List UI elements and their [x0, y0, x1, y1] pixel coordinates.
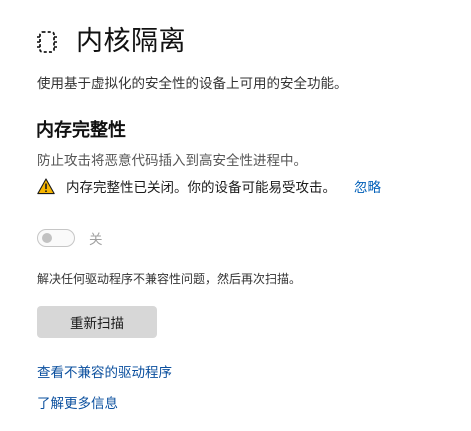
chip-icon [36, 29, 58, 55]
memory-integrity-toggle-row: 关 [37, 228, 103, 248]
resolve-instructions: 解决任何驱动程序不兼容性问题，然后再次扫描。 [37, 272, 302, 286]
warning-row: 内存完整性已关闭。你的设备可能易受攻击。 忽略 [37, 176, 381, 196]
toggle-label: 关 [89, 232, 103, 248]
learn-more-link[interactable]: 了解更多信息 [37, 392, 118, 412]
incompatible-drivers-link[interactable]: 查看不兼容的驱动程序 [37, 361, 172, 381]
warning-icon [37, 177, 55, 195]
page-description: 使用基于虚拟化的安全性的设备上可用的安全功能。 [37, 76, 348, 92]
page-header: 内核隔离 [36, 24, 186, 60]
memory-integrity-toggle[interactable] [37, 229, 75, 247]
memory-integrity-description: 防止攻击将恶意代码插入到高安全性进程中。 [37, 153, 307, 169]
memory-integrity-title: 内存完整性 [36, 120, 126, 141]
rescan-button[interactable]: 重新扫描 [37, 306, 157, 338]
warning-text: 内存完整性已关闭。你的设备可能易受攻击。 [66, 180, 336, 196]
page-title: 内核隔离 [76, 26, 186, 57]
toggle-knob [42, 233, 52, 243]
ignore-link[interactable]: 忽略 [354, 176, 381, 196]
